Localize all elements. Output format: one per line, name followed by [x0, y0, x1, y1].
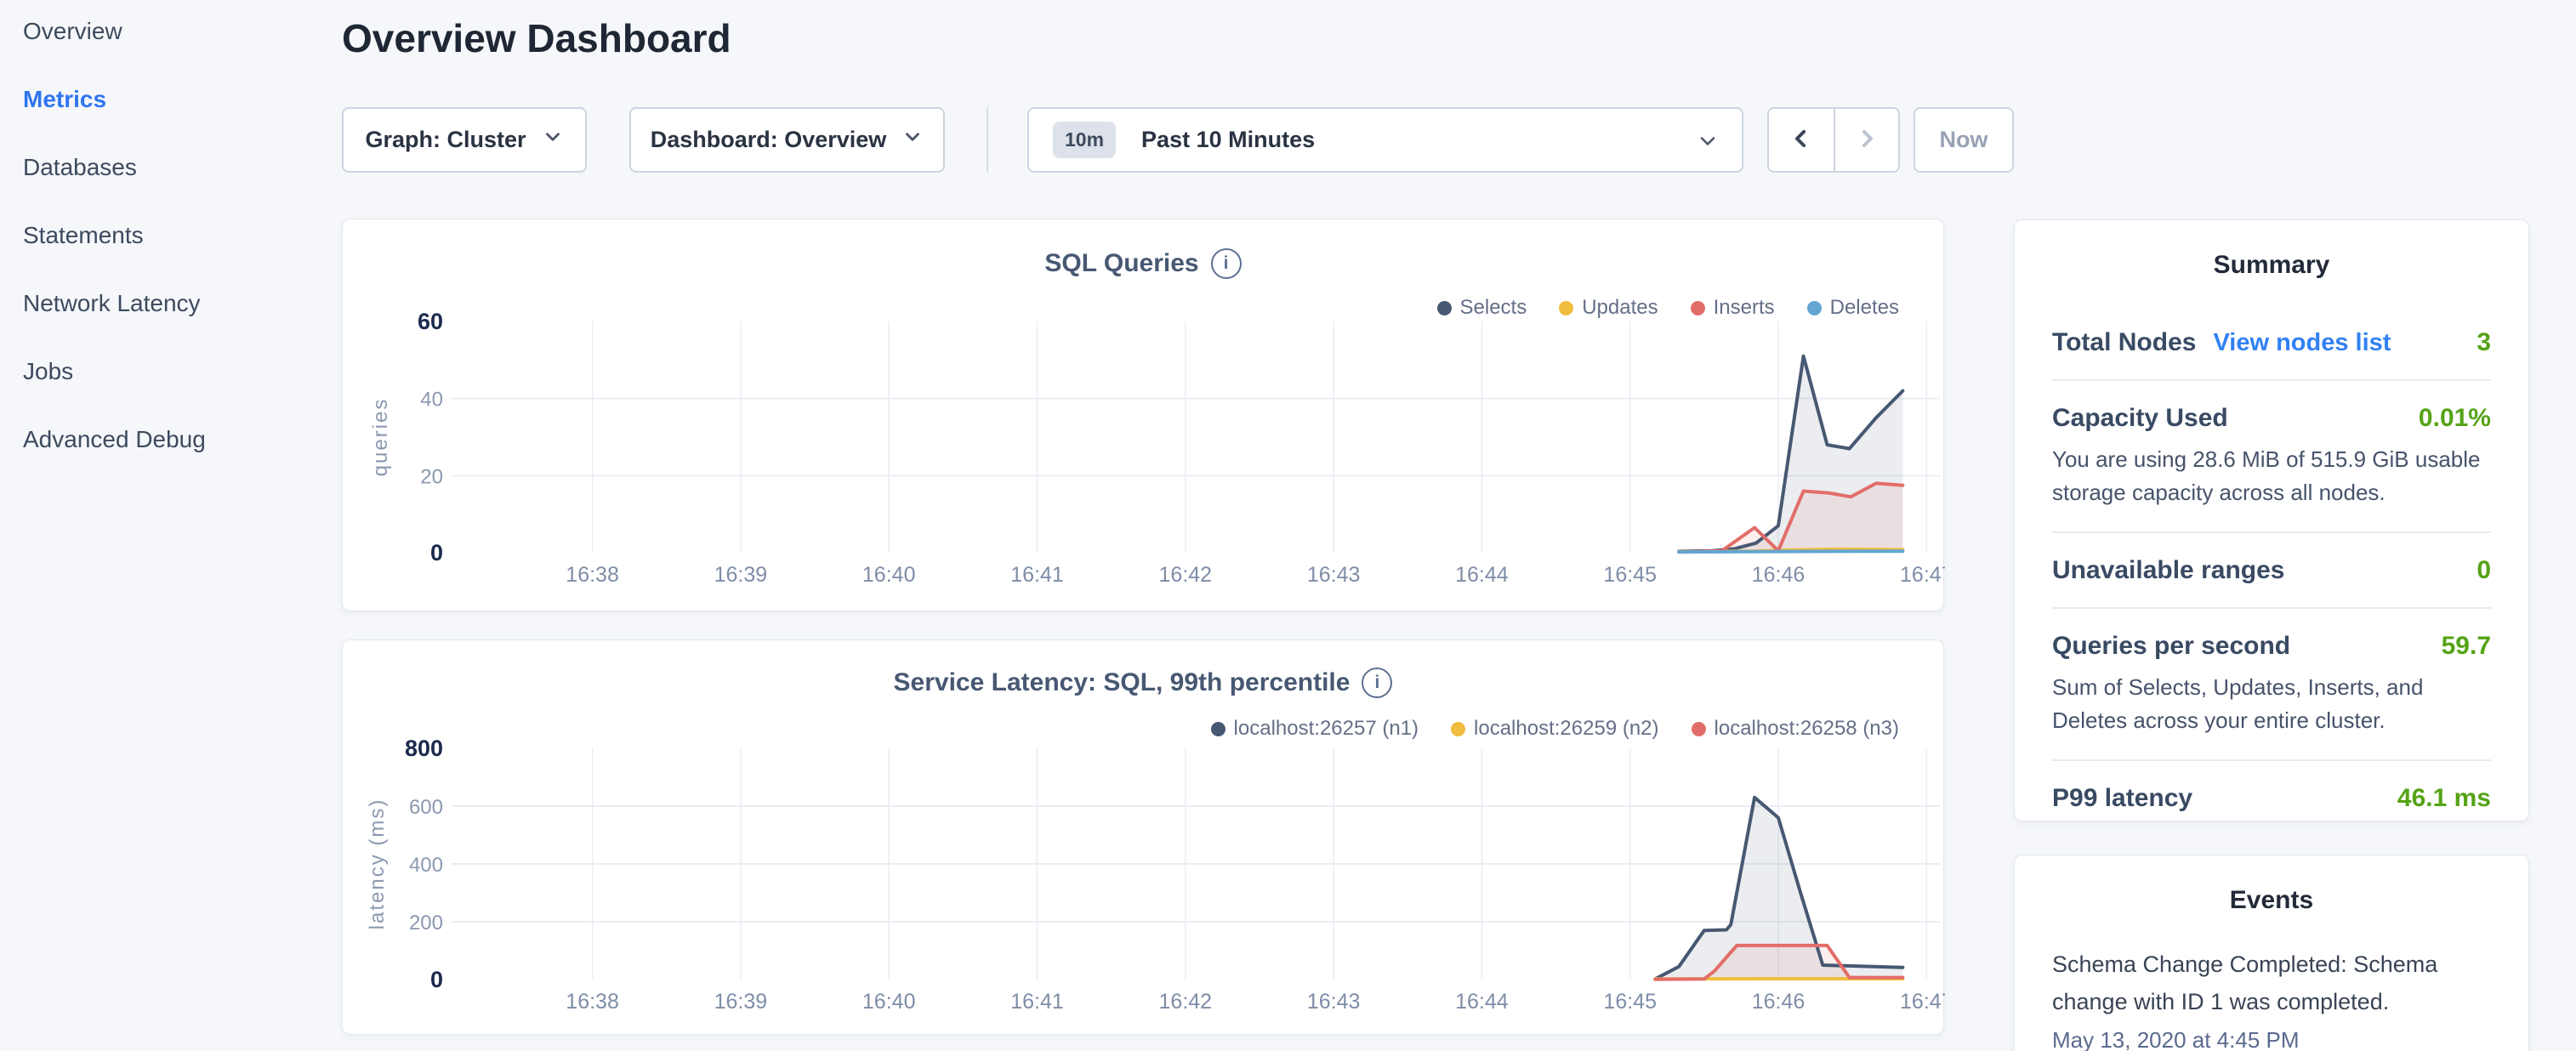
time-window-label: Past 10 Minutes [1141, 127, 1315, 153]
y-axis-tick-label: 400 [409, 854, 443, 877]
chevron-down-icon [1696, 129, 1720, 159]
summary-row-value: 59.7 [2442, 632, 2491, 661]
service-latency-chart-card: Service Latency: SQL, 99th percentile i … [342, 639, 1944, 1035]
summary-row-label: Unavailable ranges [2052, 556, 2284, 585]
dashboard-dropdown[interactable]: Dashboard: Overview [629, 107, 945, 173]
dashboard-dropdown-label: Dashboard: Overview [651, 127, 887, 153]
page-title: Overview Dashboard [342, 15, 731, 61]
x-axis-tick-label: 16:38 [566, 563, 619, 587]
summary-row-label: Capacity Used [2052, 404, 2228, 433]
x-axis-tick-label: 16:46 [1752, 990, 1805, 1014]
controls-divider [987, 107, 988, 173]
summary-row-label: Total Nodes [2052, 328, 2196, 357]
summary-row-value: 3 [2476, 328, 2491, 357]
service-latency-chart[interactable]: 16:38 16:39 16:40 16:41 16:42 16:43 16:44 16:45… [343, 730, 1945, 1038]
x-axis-tick-label: 16:44 [1455, 990, 1509, 1014]
summary-row-value: 0 [2476, 556, 2491, 585]
x-axis-tick-label: 16:47 [1900, 563, 1945, 587]
time-pager [1767, 107, 1900, 173]
sql-queries-chart-card: SQL Queries i Selects Updates Inserts De… [342, 219, 1944, 611]
chevron-down-icon [542, 126, 564, 154]
sidebar: Overview Metrics Databases Statements Ne… [0, 0, 342, 493]
summary-row-description: You are using 28.6 MiB of 515.9 GiB usab… [2052, 443, 2491, 509]
sidebar-item-overview[interactable]: Overview [23, 17, 122, 46]
chart-title: Service Latency: SQL, 99th percentile [894, 668, 1351, 697]
prev-time-button[interactable] [1769, 109, 1834, 171]
x-axis-tick-label: 16:38 [566, 990, 619, 1014]
sidebar-item-advanced-debug[interactable]: Advanced Debug [23, 425, 206, 454]
x-axis-tick-label: 16:40 [862, 563, 916, 587]
chart-title-row: Service Latency: SQL, 99th percentile i [343, 668, 1943, 698]
chevron-left-icon [1788, 126, 1814, 154]
y-axis-tick-label: 0 [430, 967, 443, 992]
summary-row-description: Sum of Selects, Updates, Inserts, and De… [2052, 671, 2491, 737]
summary-row-label: P99 latency [2052, 784, 2192, 813]
x-axis-tick-label: 16:46 [1752, 563, 1805, 587]
x-axis-tick-label: 16:45 [1603, 990, 1657, 1014]
x-axis-tick-label: 16:43 [1307, 990, 1361, 1014]
sidebar-item-metrics[interactable]: Metrics [23, 85, 106, 114]
sidebar-item-statements[interactable]: Statements [23, 221, 144, 250]
y-axis-unit-label: latency (ms) [366, 798, 389, 930]
time-window-badge: 10m [1053, 122, 1116, 158]
x-axis-tick-label: 16:41 [1010, 563, 1064, 587]
chart-title: SQL Queries [1044, 249, 1198, 278]
info-icon[interactable]: i [1362, 668, 1392, 698]
x-axis-tick-label: 16:41 [1010, 990, 1064, 1014]
y-axis-tick-label: 800 [405, 736, 443, 761]
graph-dropdown[interactable]: Graph: Cluster [342, 107, 587, 173]
x-axis-tick-label: 16:39 [714, 563, 768, 587]
graph-dropdown-label: Graph: Cluster [365, 127, 526, 153]
summary-row-value: 0.01% [2419, 404, 2491, 433]
summary-row-queries-per-second: Queries per second 59.7 Sum of Selects, … [2052, 609, 2491, 761]
events-panel: Events Schema Change Completed: Schema c… [2014, 855, 2529, 1051]
chevron-right-icon [1854, 126, 1879, 154]
x-axis-tick-label: 16:47 [1900, 990, 1945, 1014]
chevron-down-icon [901, 126, 924, 154]
event-message[interactable]: Schema Change Completed: Schema change w… [2052, 946, 2491, 1020]
x-axis-tick-label: 16:39 [714, 990, 768, 1014]
sql-queries-chart[interactable]: 16:38 16:39 16:40 16:41 16:42 16:43 16:44 16:45… [343, 308, 1945, 593]
x-axis-tick-label: 16:42 [1159, 563, 1213, 587]
now-button[interactable]: Now [1914, 107, 2014, 173]
summary-title: Summary [2052, 251, 2491, 280]
sidebar-item-network-latency[interactable]: Network Latency [23, 289, 201, 318]
x-axis-tick-label: 16:42 [1159, 990, 1213, 1014]
y-axis-tick-label: 20 [420, 465, 443, 488]
y-axis-tick-label: 600 [409, 796, 443, 819]
time-window-dropdown[interactable]: 10m Past 10 Minutes [1027, 107, 1743, 173]
summary-row-p99-latency: P99 latency 46.1 ms [2052, 761, 2491, 835]
next-time-button[interactable] [1834, 109, 1898, 171]
x-axis-tick-label: 16:43 [1307, 563, 1361, 587]
y-axis-tick-label: 0 [430, 540, 443, 565]
summary-row-unavailable-ranges: Unavailable ranges 0 [2052, 533, 2491, 609]
view-nodes-list-link[interactable]: View nodes list [2213, 329, 2391, 357]
event-timestamp: May 13, 2020 at 4:45 PM [2052, 1027, 2491, 1051]
chart-title-row: SQL Queries i [343, 248, 1943, 279]
summary-rows: Total Nodes View nodes list 3 Capacity U… [2052, 305, 2491, 835]
x-axis-tick-label: 16:45 [1603, 563, 1657, 587]
sidebar-item-databases[interactable]: Databases [23, 153, 137, 182]
overview-dashboard-page: Overview Metrics Databases Statements Ne… [0, 0, 2576, 1051]
info-icon[interactable]: i [1211, 248, 1242, 279]
summary-panel: Summary Total Nodes View nodes list 3 Ca… [2014, 219, 2529, 821]
y-axis-unit-label: queries [369, 398, 392, 477]
summary-row-total-nodes: Total Nodes View nodes list 3 [2052, 305, 2491, 381]
y-axis-tick-label: 40 [420, 389, 443, 412]
y-axis-tick-label: 60 [418, 309, 443, 334]
x-axis-tick-label: 16:44 [1455, 563, 1509, 587]
summary-row-capacity-used: Capacity Used 0.01% You are using 28.6 M… [2052, 381, 2491, 533]
events-title: Events [2052, 886, 2491, 915]
y-axis-tick-label: 200 [409, 912, 443, 935]
x-axis-tick-label: 16:40 [862, 990, 916, 1014]
summary-row-value: 46.1 ms [2397, 784, 2491, 813]
sidebar-item-jobs[interactable]: Jobs [23, 357, 73, 386]
series-line [1679, 551, 1902, 552]
summary-row-label: Queries per second [2052, 632, 2290, 661]
